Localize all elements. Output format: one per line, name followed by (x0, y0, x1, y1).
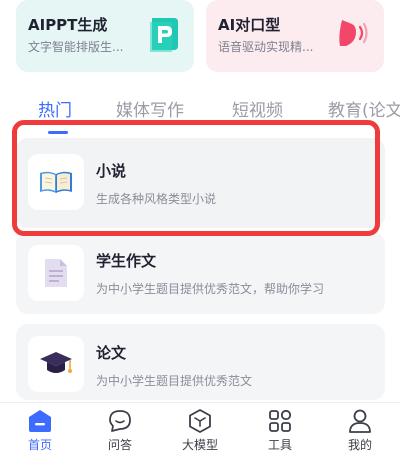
tab-education[interactable]: 教育(论文 (328, 96, 400, 121)
bottom-navigation: 首页 问答 大模型 工具 我的 (0, 402, 400, 461)
grid-icon (269, 409, 292, 432)
nav-large-model-label: 大模型 (181, 438, 218, 452)
aippt-card[interactable]: AIPPT生成 文字智能排版生... (16, 0, 194, 72)
ppt-icon (148, 16, 180, 56)
nav-tools-label: 工具 (267, 438, 292, 452)
chat-bubble-icon (109, 410, 131, 432)
cube-icon (189, 409, 211, 433)
student-essay-description: 为中小学生题目提供优秀范文，帮助你学习 (96, 282, 325, 296)
highlight-box (12, 120, 380, 236)
nav-qa[interactable]: 问答 (90, 409, 150, 453)
thesis-card[interactable]: 论文 为中小学生题目提供优秀范文 (16, 324, 385, 400)
user-icon (349, 409, 371, 433)
tab-hot[interactable]: 热门 (38, 96, 72, 121)
ai-lip-sync-subtitle: 语音驱动实现精... (218, 40, 314, 54)
nav-home-label: 首页 (27, 438, 52, 452)
ai-lip-sync-card[interactable]: AI对口型 语音驱动实现精... (206, 0, 384, 72)
ai-lip-sync-title: AI对口型 (218, 16, 281, 34)
document-icon (28, 245, 84, 301)
nav-large-model[interactable]: 大模型 (170, 409, 230, 453)
nav-mine[interactable]: 我的 (330, 409, 390, 453)
student-essay-card[interactable]: 学生作文 为中小学生题目提供优秀范文，帮助你学习 (16, 232, 385, 314)
thesis-description: 为中小学生题目提供优秀范文 (96, 374, 253, 388)
nav-home[interactable]: 首页 (10, 409, 70, 453)
lip-sync-icon (336, 16, 370, 54)
nav-tools[interactable]: 工具 (250, 409, 310, 453)
tab-media-writing[interactable]: 媒体写作 (116, 96, 184, 121)
nav-mine-label: 我的 (347, 438, 372, 452)
student-essay-title: 学生作文 (96, 252, 157, 270)
home-icon (29, 410, 51, 432)
tab-short-video[interactable]: 短视频 (232, 96, 283, 121)
thesis-title: 论文 (96, 344, 127, 362)
graduation-cap-icon (28, 336, 84, 392)
aippt-subtitle: 文字智能排版生... (28, 40, 124, 54)
nav-qa-label: 问答 (107, 438, 132, 452)
aippt-title: AIPPT生成 (28, 16, 108, 34)
